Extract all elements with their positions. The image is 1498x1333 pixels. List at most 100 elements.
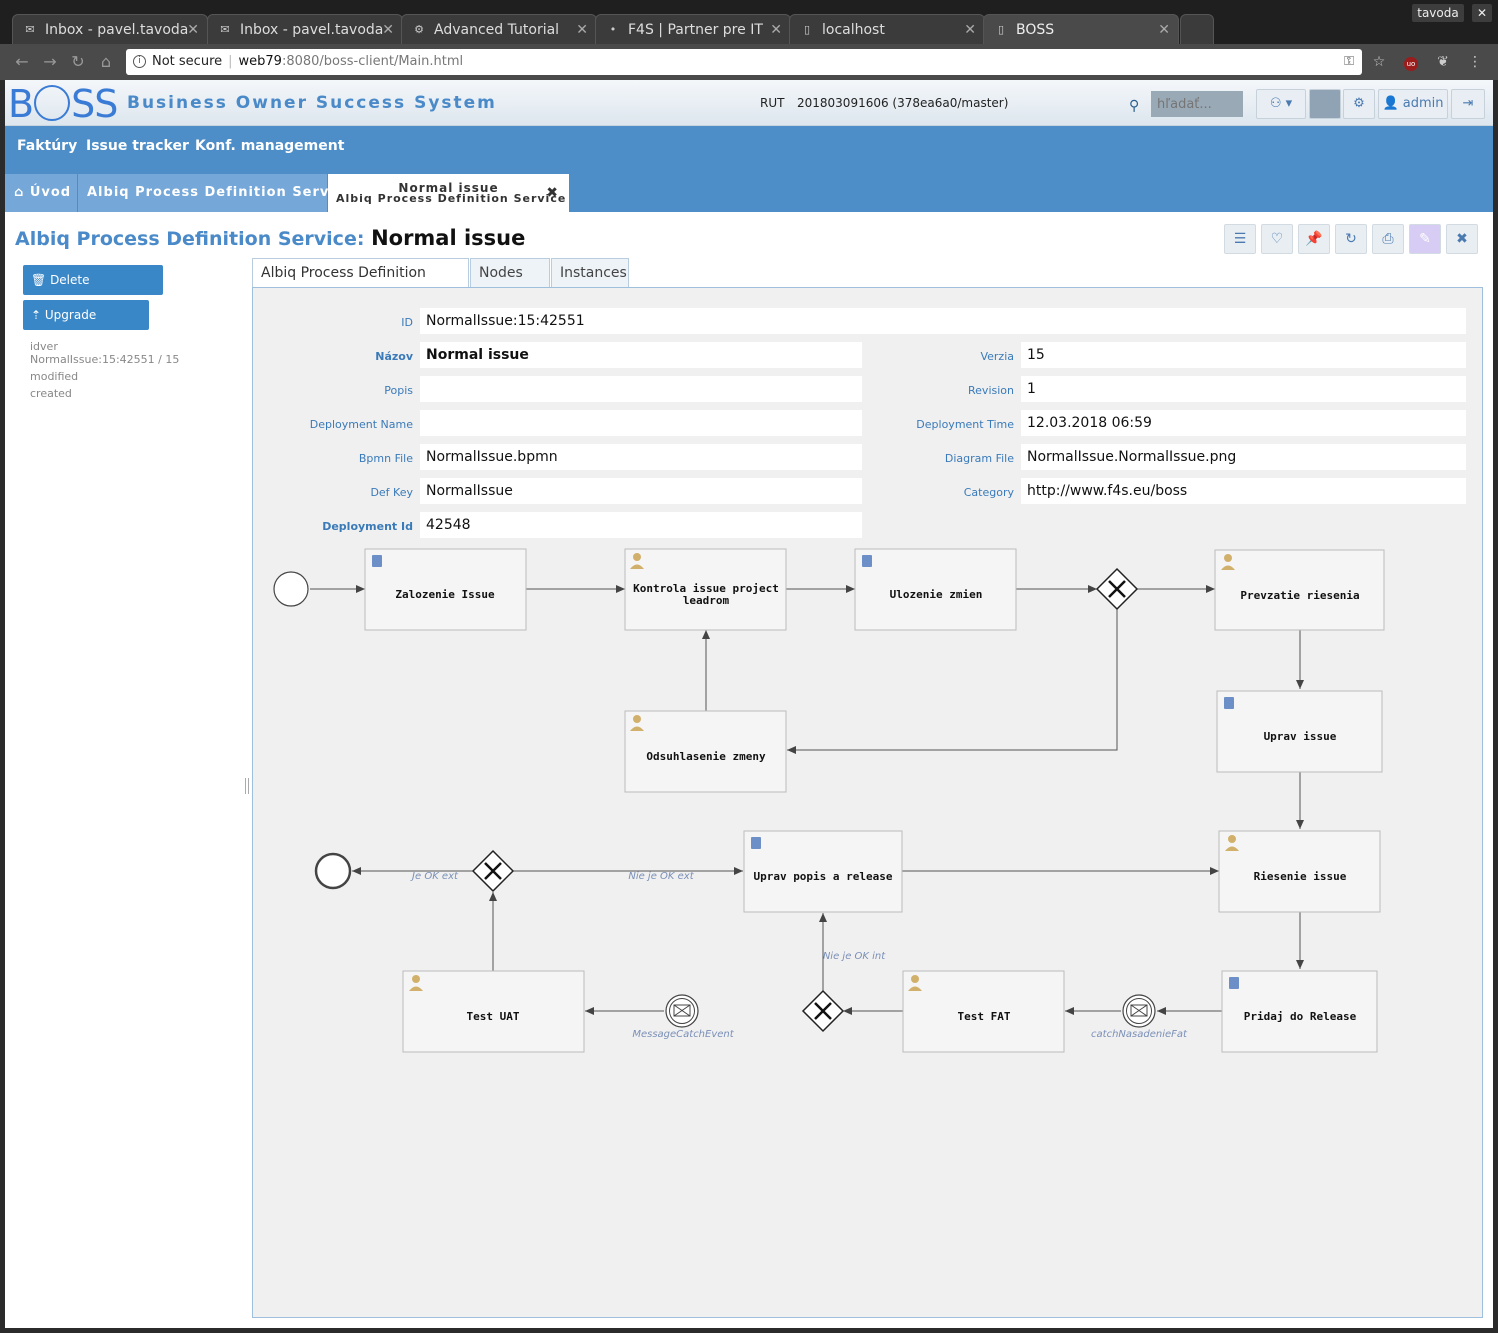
- app-slogan: Business Owner Success System: [127, 93, 497, 113]
- browser-tab[interactable]: ✉ Inbox - pavel.tavoda ✕: [207, 14, 403, 44]
- message-catch-event: [1122, 994, 1156, 1028]
- list-icon[interactable]: ☰: [1224, 224, 1256, 254]
- task-uprav-issue[interactable]: Uprav issue: [1216, 690, 1383, 773]
- svg-text:Zalozenie Issue: Zalozenie Issue: [395, 588, 495, 601]
- gear-icon: ⚙: [414, 23, 424, 36]
- menu-item-issue-tracker[interactable]: Issue tracker: [86, 138, 189, 154]
- task-riesenie-issue[interactable]: Riesenie issue: [1218, 830, 1381, 913]
- tab-nodes[interactable]: Nodes18: [470, 258, 550, 310]
- info-icon[interactable]: i: [133, 55, 146, 68]
- flow-label-catch-nasadenie: catchNasadenieFat: [1091, 1029, 1188, 1040]
- close-icon[interactable]: ✕: [770, 15, 782, 44]
- end-event: [314, 852, 352, 890]
- svg-text:Uprav issue: Uprav issue: [1264, 730, 1337, 743]
- message-catch-event: [665, 994, 699, 1028]
- script-task-icon: [1224, 697, 1234, 709]
- tab-service[interactable]: Albiq Process Definition Service: [78, 174, 352, 212]
- close-icon[interactable]: ✖: [1446, 224, 1478, 254]
- svg-text:leadrom: leadrom: [683, 594, 730, 607]
- close-icon[interactable]: ✕: [187, 15, 199, 44]
- menu-icon[interactable]: ⋮: [1466, 53, 1484, 71]
- print-icon[interactable]: ⎙: [1372, 224, 1404, 254]
- trash-icon: 🗑: [31, 273, 47, 287]
- window-close-icon[interactable]: ✕: [1472, 4, 1492, 22]
- dot-icon: •: [609, 23, 617, 36]
- eraser-icon[interactable]: ✎: [1409, 224, 1441, 254]
- gmail-icon: ✉: [220, 23, 230, 36]
- task-ulozenie-zmien[interactable]: Ulozenie zmien: [854, 548, 1017, 631]
- tab-definition[interactable]: Albiq Process Definition Service: [252, 258, 469, 309]
- menu-item-konf-management[interactable]: Konf. management: [195, 138, 344, 154]
- upload-icon: ⇡: [31, 308, 42, 322]
- task-pridaj-do-release[interactable]: Pridaj do Release: [1221, 970, 1378, 1053]
- back-icon[interactable]: ←: [12, 52, 32, 72]
- close-icon[interactable]: ✕: [576, 15, 588, 44]
- task-kontrola-issue[interactable]: Kontrola issue project leadrom: [624, 548, 787, 631]
- exclusive-gateway: [801, 989, 845, 1033]
- task-uprav-popis[interactable]: Uprav popis a release: [743, 830, 903, 913]
- script-task-icon: [372, 555, 382, 567]
- task-test-uat[interactable]: Test UAT: [402, 970, 585, 1053]
- tab-home[interactable]: ⌂ Úvod: [5, 174, 77, 212]
- key-icon[interactable]: ⚿: [1344, 49, 1354, 75]
- task-test-fat[interactable]: Test FAT: [902, 970, 1065, 1053]
- profile-chip[interactable]: tavoda: [1412, 4, 1464, 22]
- script-task-icon: [1229, 977, 1239, 989]
- refresh-icon[interactable]: ↻: [1335, 224, 1367, 254]
- upgrade-process-button[interactable]: ⇡ Upgrade Process: [23, 300, 149, 352]
- svg-text:Odsuhlasenie zmeny: Odsuhlasenie zmeny: [646, 750, 766, 763]
- exclusive-gateway: [1095, 567, 1139, 611]
- user-icon: 👤: [1382, 96, 1399, 111]
- splitter-handle[interactable]: [245, 778, 249, 794]
- svg-text:Riesenie issue: Riesenie issue: [1254, 870, 1347, 883]
- extension-icon[interactable]: ❦: [1434, 53, 1452, 71]
- browser-tab[interactable]: ✉ Inbox - pavel.tavoda ✕: [12, 14, 208, 44]
- meta-idver-value: NormalIssue:15:42551 / 15: [30, 353, 180, 366]
- script-task-icon: [751, 837, 761, 849]
- browser-tab[interactable]: • F4S | Partner pre IT ✕: [595, 14, 791, 44]
- task-odsuhlasenie-zmeny[interactable]: Odsuhlasenie zmeny: [624, 710, 787, 793]
- tab-instances[interactable]: Instances: [551, 258, 629, 288]
- browser-tab[interactable]: ▯ localhost ✕: [789, 14, 985, 44]
- settings-gear-icon[interactable]: ⚙: [1343, 89, 1375, 119]
- search-input[interactable]: [1151, 91, 1243, 117]
- search-icon[interactable]: ⚲: [1129, 98, 1139, 114]
- close-icon[interactable]: ✕: [382, 15, 394, 44]
- close-icon[interactable]: ✕: [1158, 15, 1170, 44]
- app-window: B SS Business Owner Success System RUT 20…: [5, 80, 1493, 1328]
- forward-icon[interactable]: →: [40, 52, 60, 72]
- delete-deployment-button[interactable]: 🗑 Delete Deployment: [23, 265, 163, 317]
- close-icon[interactable]: ✖: [546, 174, 559, 212]
- gmail-icon: ✉: [25, 23, 35, 36]
- browser-tab[interactable]: ⚙ Advanced Tutorial ✕: [401, 14, 597, 44]
- logout-icon[interactable]: ⇥: [1451, 89, 1485, 119]
- main-menu: Faktúry Issue tracker Konf. management: [5, 126, 1493, 166]
- menu-item-faktury[interactable]: Faktúry: [17, 138, 77, 154]
- bpmn-diagram: Zalozenie Issue Kontrola issue project l…: [273, 548, 1385, 1053]
- star-icon[interactable]: ☆: [1370, 53, 1388, 71]
- flow-label-nie-je-ok-int: Nie je OK int: [823, 951, 886, 962]
- tab-normal-issue[interactable]: Normal issue Albiq Process Definition Se…: [328, 174, 569, 212]
- home-icon[interactable]: ⌂: [96, 52, 116, 72]
- definition-panel: ID NormalIssue:15:42551 Názov Normal iss…: [252, 287, 1483, 1318]
- heart-icon[interactable]: ♡: [1261, 224, 1293, 254]
- address-bar[interactable]: i Not secure | web79:8080/boss-client/Main…: [126, 49, 1362, 75]
- task-prevzatie-riesenia[interactable]: Prevzatie riesenia: [1214, 549, 1385, 631]
- meta-modified: modified: [30, 370, 79, 383]
- task-zalozenie-issue[interactable]: Zalozenie Issue: [364, 548, 527, 631]
- color-button[interactable]: [1309, 89, 1341, 119]
- svg-text:Prevzatie riesenia: Prevzatie riesenia: [1240, 589, 1359, 602]
- build-info: 201803091606 (378ea6a0/master): [797, 96, 1009, 110]
- users-dropdown-button[interactable]: ⚇ ▾: [1256, 89, 1306, 119]
- pin-icon[interactable]: 📌: [1298, 224, 1330, 254]
- app-tabstrip: ⌂ Úvod Albiq Process Definition Service …: [5, 166, 1493, 212]
- browser-tab-active[interactable]: ▯ BOSS ✕: [983, 14, 1179, 44]
- admin-user-button[interactable]: 👤 admin: [1378, 89, 1448, 119]
- new-tab-button[interactable]: [1180, 14, 1214, 44]
- meta-created: created: [30, 387, 72, 400]
- browser-toolbar: ← → ↻ ⌂ i Not secure | web79:8080/boss-cli…: [0, 44, 1498, 80]
- flow-label-message-catch: MessageCatchEvent: [632, 1029, 734, 1040]
- reload-icon[interactable]: ↻: [68, 52, 88, 72]
- close-icon[interactable]: ✕: [964, 15, 976, 44]
- ublock-icon[interactable]: uo: [1402, 53, 1420, 71]
